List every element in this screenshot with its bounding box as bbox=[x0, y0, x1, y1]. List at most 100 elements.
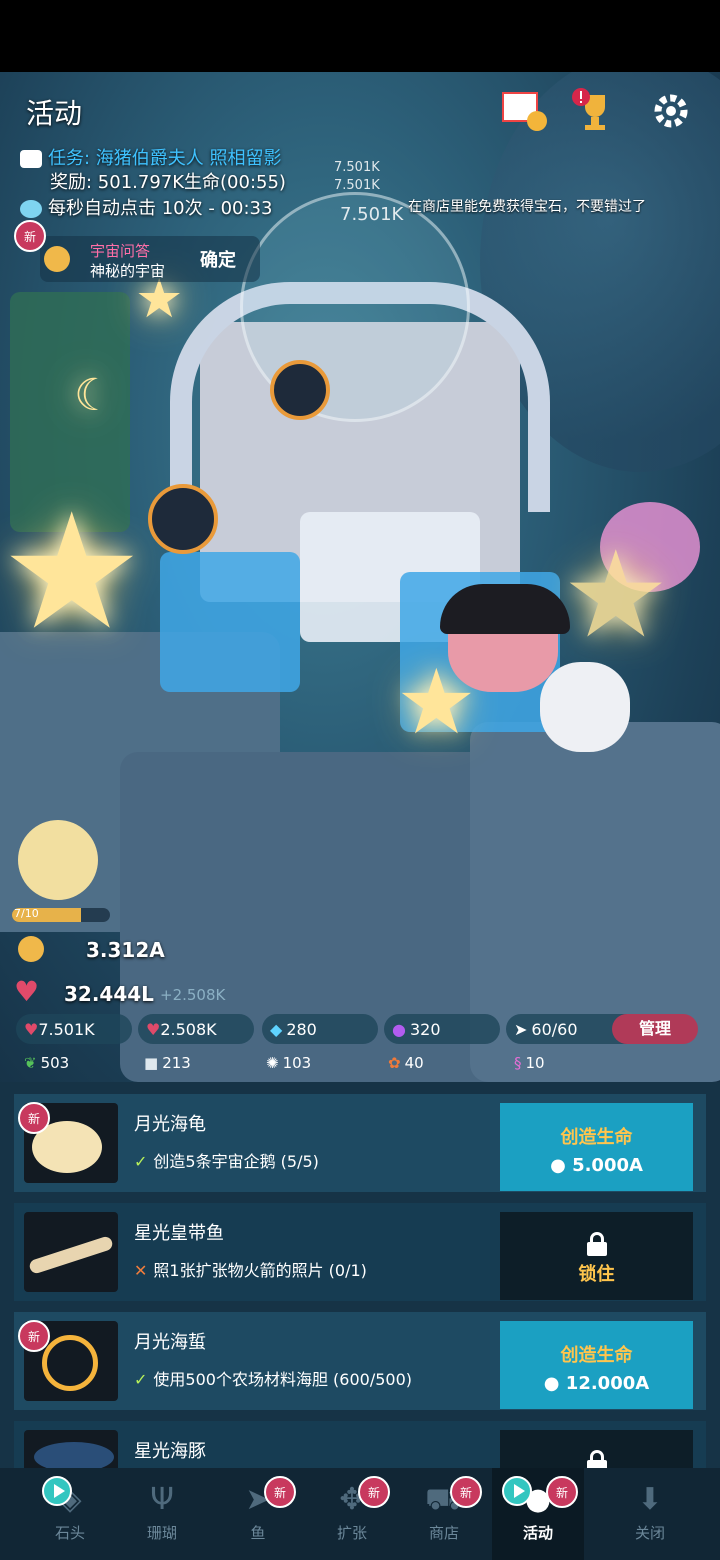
nav-label: 商店 bbox=[428, 1524, 459, 1542]
currency-value: 3.312A bbox=[86, 938, 165, 962]
new-badge: 新 bbox=[18, 1320, 50, 1352]
nav-expand[interactable]: ✥ 扩张 新 bbox=[306, 1468, 398, 1560]
play-icon bbox=[42, 1476, 72, 1506]
locked-button bbox=[500, 1430, 693, 1468]
check-icon: ✓ bbox=[134, 1370, 148, 1389]
list-item[interactable]: 月光海蜇 ✓ 使用500个农场材料海胆 (600/500) 创造生命 ● 12.0… bbox=[14, 1312, 706, 1410]
quiz-confirm-button[interactable]: 确定 bbox=[200, 246, 236, 272]
nav-label: 珊瑚 bbox=[146, 1524, 177, 1542]
floating-number: 7.501K bbox=[334, 160, 380, 175]
list-item[interactable]: 星光皇带鱼 ✕ 照1张扩张物火箭的照片 (0/1) 锁住 bbox=[14, 1203, 706, 1301]
stone-resource: ■ 213 bbox=[144, 1054, 191, 1072]
quiz-subtitle: 神秘的宇宙 bbox=[90, 262, 166, 280]
bottom-nav: ◈ 石头 Ψ 珊瑚 ➤ 鱼 新 ✥ 扩张 新 ⛟ 商店 新 ● 活动 新 ⬇ 关… bbox=[0, 1468, 720, 1560]
fish-count: 60/60 bbox=[531, 1019, 578, 1039]
quiz-title: 宇宙问答 bbox=[90, 242, 151, 260]
nav-label: 石头 bbox=[54, 1524, 85, 1542]
locked-button: 锁住 bbox=[500, 1212, 693, 1300]
requirement-text: 照1张扩张物火箭的照片 (0/1) bbox=[153, 1261, 367, 1280]
urchin-resource: ✺ 103 bbox=[266, 1054, 311, 1072]
currency-icon: ● bbox=[550, 1155, 566, 1176]
moon-rock bbox=[18, 820, 98, 900]
seahorse-value: 10 bbox=[525, 1054, 545, 1072]
penguin-astronaut-2[interactable] bbox=[270, 360, 330, 420]
tap-value: 7.501K bbox=[38, 1019, 95, 1039]
manage-button[interactable]: 管理 bbox=[612, 1014, 698, 1044]
currency-icon: ● bbox=[543, 1373, 560, 1394]
star-large-left: ★ bbox=[0, 478, 144, 665]
list-item[interactable]: 月光海龟 ✓ 创造5条宇宙企鹅 (5/5) 创造生命 ● 5.000A bbox=[14, 1094, 706, 1192]
life-value: 32.444L bbox=[64, 982, 154, 1006]
trophy-icon[interactable] bbox=[566, 82, 624, 140]
orbs-value: 320 bbox=[409, 1019, 441, 1039]
shop-ticker: 在商店里能免费获得宝石，不要错过了 bbox=[408, 199, 646, 215]
hand-tap-icon bbox=[20, 200, 42, 218]
life-rate: +2.508K bbox=[160, 986, 226, 1004]
coral-blue bbox=[160, 552, 300, 692]
moon-decoration: ☾ bbox=[74, 370, 114, 421]
level-text: 7/10 bbox=[14, 907, 39, 920]
life-rate-icon: ♥ bbox=[146, 1019, 161, 1039]
create-life-cost: ● 12.000A bbox=[500, 1373, 693, 1394]
new-badge: 新 bbox=[546, 1476, 578, 1508]
nav-event[interactable]: ● 活动 新 bbox=[492, 1468, 584, 1560]
floating-number: 7.501K bbox=[334, 178, 380, 193]
nav-coral[interactable]: Ψ 珊瑚 bbox=[116, 1468, 208, 1560]
purple-orb-icon: ● bbox=[392, 1019, 406, 1039]
settings-gear-icon[interactable] bbox=[642, 82, 700, 140]
task-prefix: 任务: bbox=[48, 148, 96, 169]
photo-album-icon[interactable] bbox=[496, 82, 554, 140]
shrimp-icon: ✿ bbox=[388, 1054, 401, 1072]
create-life-label: 创造生命 bbox=[560, 1127, 633, 1148]
create-life-button[interactable]: 创造生命 ● 5.000A bbox=[500, 1103, 693, 1191]
oarfish-thumbnail bbox=[24, 1212, 118, 1292]
nav-label: 关闭 bbox=[634, 1524, 665, 1542]
task-line[interactable]: 任务: 海猪伯爵夫人 照相留影 bbox=[20, 144, 282, 170]
shrimp-value: 40 bbox=[404, 1054, 424, 1072]
life-rate-chip: ♥ 2.508K bbox=[138, 1014, 254, 1044]
item-title: 星光皇带鱼 bbox=[134, 1223, 224, 1244]
life-per-sec: 2.508K bbox=[160, 1019, 217, 1039]
locked-label: 锁住 bbox=[578, 1264, 615, 1285]
new-badge: 新 bbox=[358, 1476, 390, 1508]
item-title: 月光海蜇 bbox=[134, 1332, 206, 1353]
nav-shop[interactable]: ⛟ 商店 新 bbox=[398, 1468, 490, 1560]
resource-panel: ♥ 7.501K ♥ 2.508K ◆ 280 ● 320 ➤ 60/60 管理 ❦ 503… bbox=[14, 1010, 706, 1082]
seahorse-icon: § bbox=[514, 1054, 522, 1072]
requirement-text: 创造5条宇宙企鹅 (5/5) bbox=[153, 1152, 319, 1171]
urchin-value: 103 bbox=[282, 1054, 312, 1072]
camera-icon bbox=[20, 150, 42, 168]
nav-close[interactable]: ⬇ 关闭 bbox=[604, 1468, 696, 1560]
creature-list[interactable]: 月光海龟 ✓ 创造5条宇宙企鹅 (5/5) 创造生命 ● 5.000A 新 星光皇… bbox=[0, 1082, 720, 1468]
stone-icon: ■ bbox=[144, 1054, 159, 1072]
nav-rock[interactable]: ◈ 石头 bbox=[24, 1468, 116, 1560]
tap-value-chip: ♥ 7.501K bbox=[16, 1014, 132, 1044]
coral-icon: Ψ bbox=[150, 1482, 174, 1517]
teapot-decoration bbox=[540, 662, 630, 752]
create-life-cost: ● 5.000A bbox=[500, 1155, 693, 1176]
nav-label: 活动 bbox=[522, 1524, 553, 1542]
nav-fish[interactable]: ➤ 鱼 新 bbox=[212, 1468, 304, 1560]
gems-chip[interactable]: ◆ 280 bbox=[262, 1014, 378, 1044]
floating-number: 7.501K bbox=[340, 204, 404, 225]
new-badge: 新 bbox=[18, 1102, 50, 1134]
item-title: 月光海龟 bbox=[134, 1114, 206, 1135]
item-title: 星光海豚 bbox=[134, 1441, 206, 1462]
seahorse-resource: § 10 bbox=[514, 1054, 545, 1072]
close-down-icon: ⬇ bbox=[637, 1482, 663, 1517]
activity-label[interactable]: 活动 bbox=[26, 92, 82, 132]
play-icon bbox=[502, 1476, 532, 1506]
list-item[interactable]: 星光海豚 bbox=[14, 1421, 706, 1468]
create-life-button[interactable]: 创造生命 ● 12.000A bbox=[500, 1321, 693, 1409]
penguin-astronaut[interactable] bbox=[148, 484, 218, 554]
new-badge: 新 bbox=[264, 1476, 296, 1508]
gems-value: 280 bbox=[286, 1019, 317, 1039]
cost-value: 5.000A bbox=[572, 1155, 643, 1176]
orbs-chip[interactable]: ● 320 bbox=[384, 1014, 500, 1044]
seaweed-icon: ❦ bbox=[24, 1054, 37, 1072]
cross-icon: ✕ bbox=[134, 1261, 148, 1280]
seaweed-value: 503 bbox=[40, 1054, 70, 1072]
stone-value: 213 bbox=[162, 1054, 191, 1072]
star-right: ★ bbox=[562, 526, 670, 665]
lock-icon bbox=[586, 1232, 607, 1256]
